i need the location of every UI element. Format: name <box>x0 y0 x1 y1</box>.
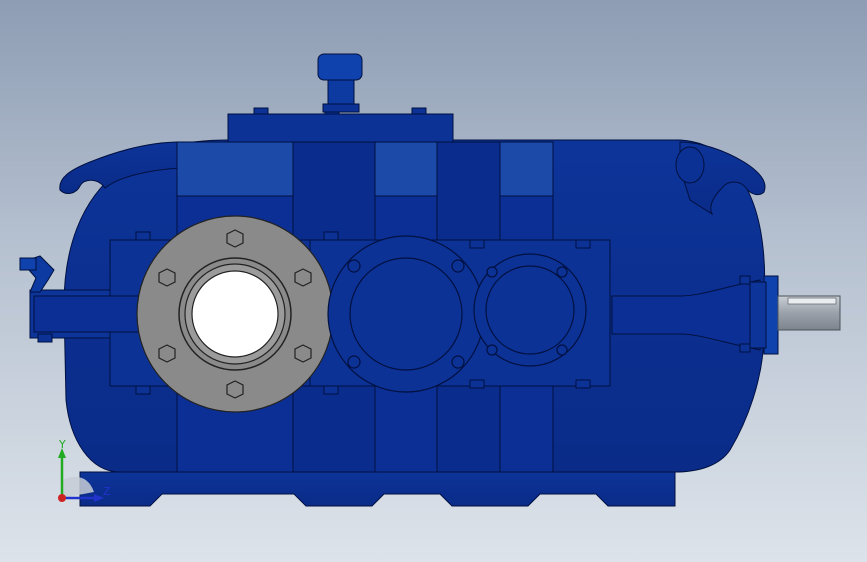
flange-bore <box>191 270 279 358</box>
cover-bolt-right <box>411 107 427 115</box>
inspection-cover <box>227 113 454 143</box>
cover-bolt-left <box>253 107 269 115</box>
x-axis-dot <box>58 494 66 502</box>
middle-bearing-cover <box>327 235 485 393</box>
shaft-keyway <box>787 297 837 305</box>
base-plate <box>79 471 676 507</box>
gearbox-model[interactable] <box>0 0 867 562</box>
top-panel-3 <box>499 141 554 197</box>
triad-arc <box>62 476 94 498</box>
top-panel-1 <box>176 141 294 197</box>
left-tube <box>33 295 155 333</box>
right-lug-boss <box>675 146 705 184</box>
right-bearing-rim <box>749 281 767 349</box>
graphics-viewport[interactable]: Y Z <box>0 0 867 562</box>
breather-base <box>322 103 360 113</box>
top-panel-2 <box>374 141 438 197</box>
y-axis-label: Y <box>58 440 66 451</box>
breather-cap <box>317 53 363 81</box>
z-axis-label: Z <box>103 485 111 498</box>
coordinate-triad: Y Z <box>58 440 111 502</box>
valve-handle <box>19 257 37 271</box>
right-bearing-cover <box>473 253 587 367</box>
input-flange <box>136 215 334 413</box>
